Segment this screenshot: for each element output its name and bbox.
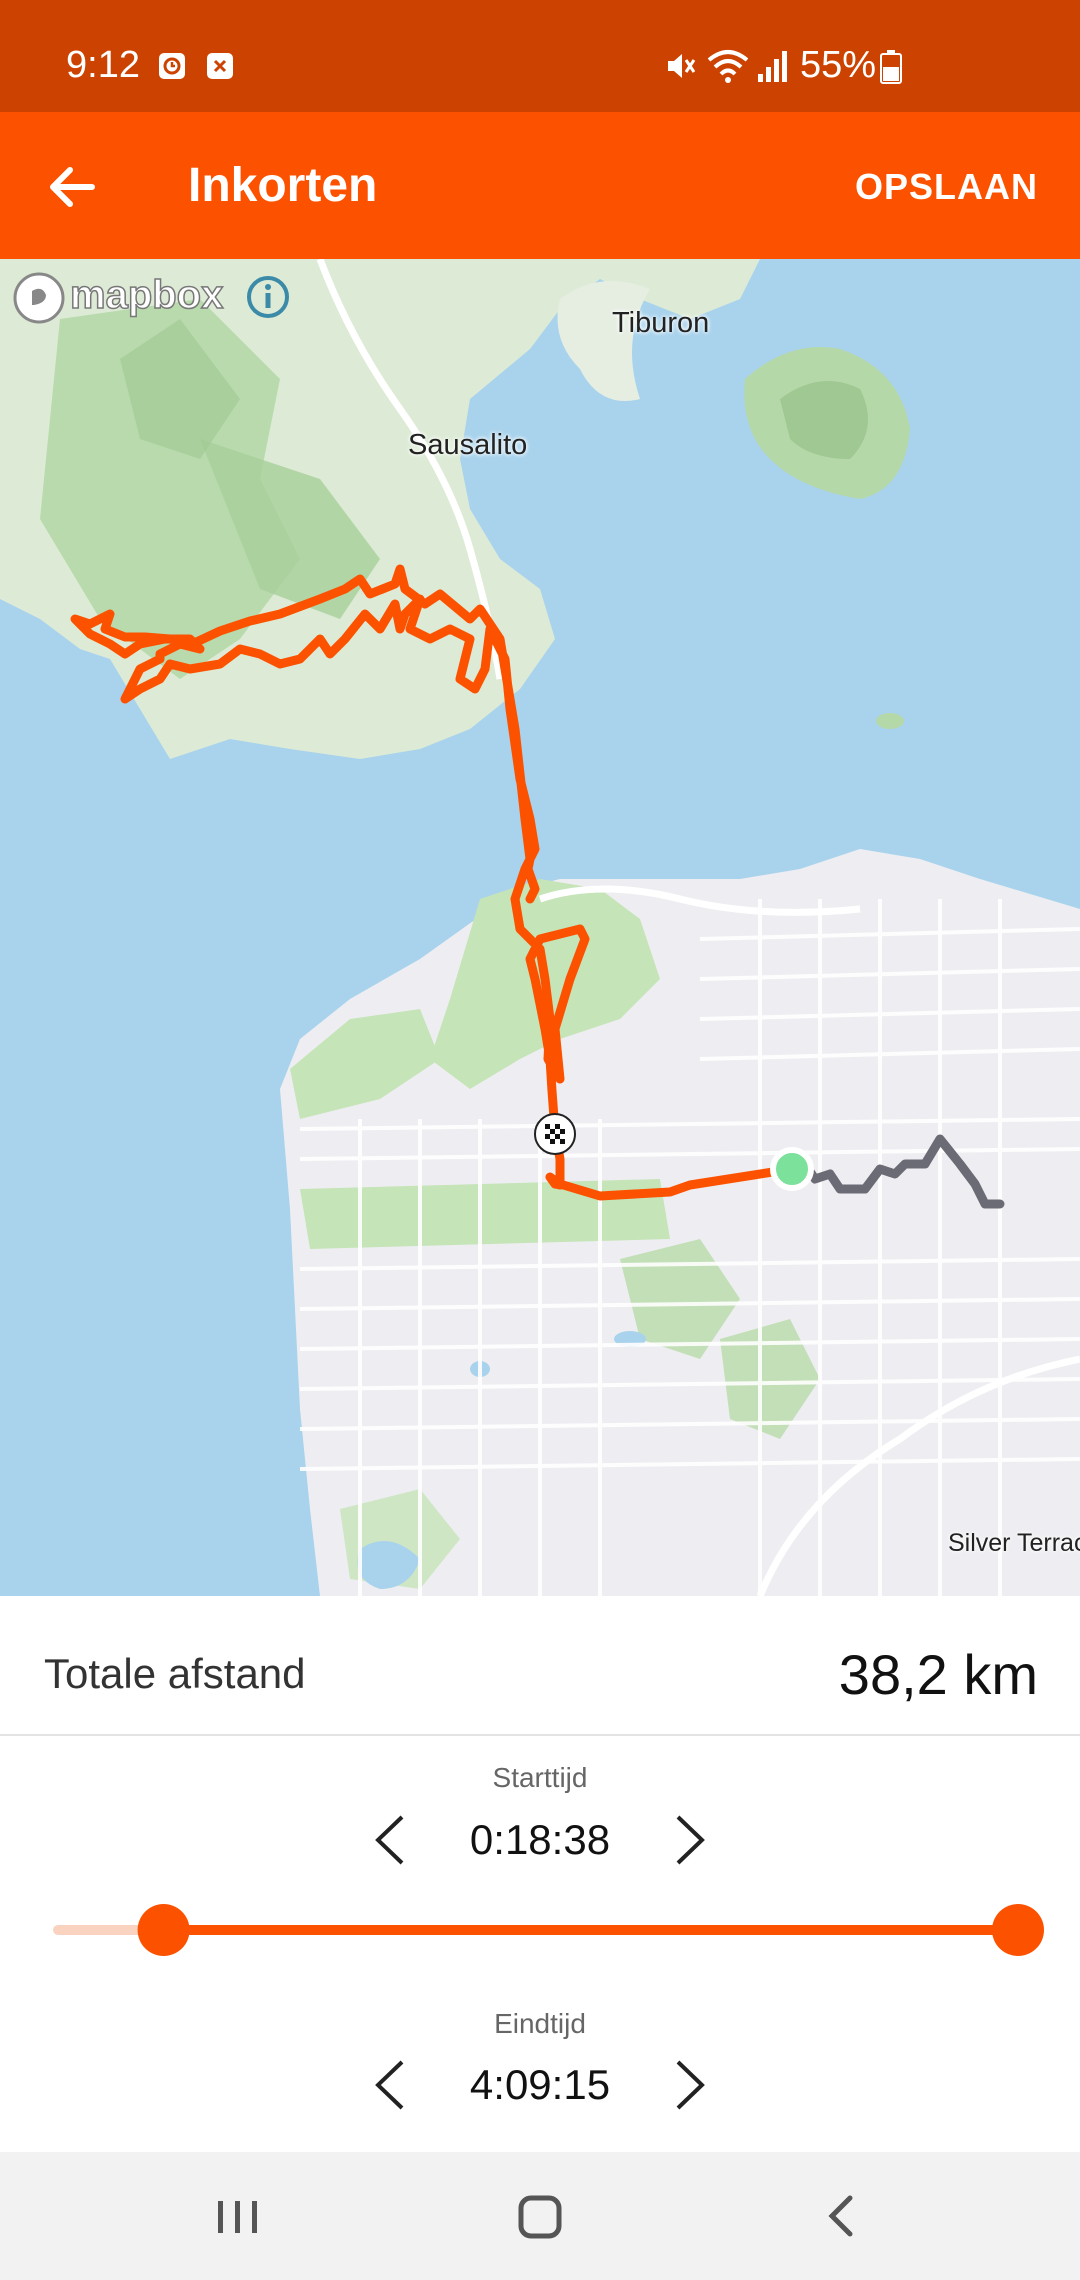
end-time-increase-chevron-right-icon[interactable] [660,2050,720,2120]
route-map[interactable]: mapbox Tiburon Sausalito Silver Terrac [0,259,1080,1596]
distance-value: 38,2 km [838,1643,1038,1706]
app-bar: Inkorten OPSLAAN [0,112,1080,259]
back-arrow-icon[interactable] [38,152,108,222]
mute-icon [668,54,696,78]
start-time-value: 0:18:38 [469,1816,611,1863]
place-label-tiburon: Tiburon [612,307,710,339]
end-time-block: Eindtijd [0,2008,1080,2040]
info-icon[interactable] [244,273,292,321]
start-time-increase-chevron-right-icon[interactable] [660,1805,720,1875]
signal-icon [758,51,787,82]
finish-marker [534,1113,576,1155]
battery-icon [880,50,902,84]
start-time-block: Starttijd [0,1762,1080,1794]
home-icon[interactable] [480,2152,600,2280]
battery-percent: 55% [800,44,877,86]
end-time-value: 4:09:15 [469,2061,611,2108]
trim-range-slider[interactable] [0,1895,1080,1965]
no-sim-icon [207,53,233,79]
trim-end-handle[interactable] [992,1904,1044,1956]
page-title: Inkorten [188,159,378,212]
place-label-sausalito: Sausalito [408,429,528,461]
distance-row: Totale afstand 38,2 km [0,1596,1080,1736]
wifi-icon [707,50,749,83]
mapbox-logo-icon [13,272,65,324]
mapbox-text: mapbox [69,272,224,318]
start-marker [770,1147,814,1191]
alarm-icon [159,53,185,79]
distance-label: Totale afstand [44,1650,306,1697]
back-nav-icon[interactable] [782,2152,902,2280]
place-label-silver-terrace: Silver Terrac [948,1529,1080,1557]
trim-start-handle[interactable] [137,1904,190,1956]
start-time-label: Starttijd [492,1762,588,1793]
status-time: 9:12 [66,44,140,86]
status-bar: 9:12 55% [0,0,1080,112]
system-nav-bar [0,2152,1080,2280]
end-time-label: Eindtijd [494,2008,586,2039]
save-button[interactable]: OPSLAAN [855,166,1038,208]
recent-apps-icon[interactable] [178,2152,298,2280]
mapbox-logo[interactable]: mapbox [12,271,232,324]
